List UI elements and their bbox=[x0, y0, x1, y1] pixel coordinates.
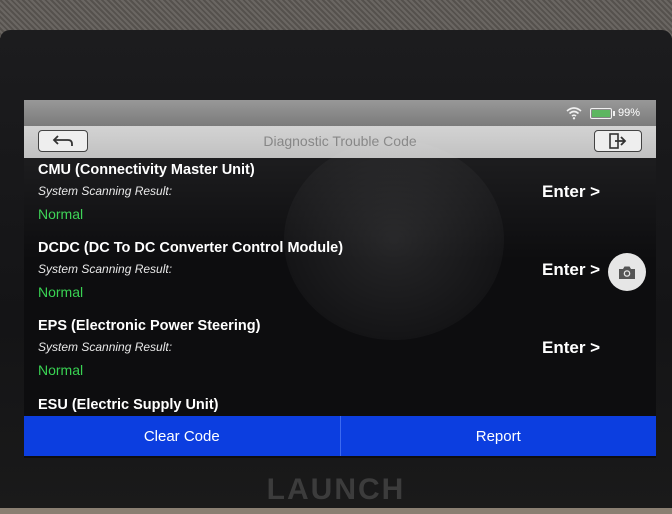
report-button[interactable]: Report bbox=[341, 416, 657, 456]
scan-status: Normal bbox=[38, 284, 84, 300]
scan-status: Normal bbox=[38, 362, 84, 378]
title-bar: Diagnostic Trouble Code bbox=[24, 126, 656, 158]
module-name: CMU (Connectivity Master Unit) bbox=[38, 162, 255, 178]
device-screen: 99% Diagnostic Trouble Code CMU (Connect… bbox=[24, 100, 656, 458]
scan-result-label: System Scanning Result: bbox=[38, 184, 173, 198]
action-bar: Clear Code Report bbox=[24, 416, 656, 456]
list-item[interactable]: EPS (Electronic Power Steering) System S… bbox=[24, 314, 656, 392]
list-item[interactable]: CMU (Connectivity Master Unit) System Sc… bbox=[24, 158, 656, 236]
scan-result-label: System Scanning Result: bbox=[38, 340, 173, 354]
wifi-icon bbox=[566, 107, 582, 120]
desk-surface-bottom bbox=[0, 508, 672, 514]
module-name: ESU (Electric Supply Unit) bbox=[38, 397, 219, 413]
page-title: Diagnostic Trouble Code bbox=[263, 133, 417, 149]
clear-code-button[interactable]: Clear Code bbox=[24, 416, 340, 456]
enter-button[interactable]: Enter > bbox=[542, 260, 600, 280]
module-name: EPS (Electronic Power Steering) bbox=[38, 318, 261, 334]
enter-button[interactable]: Enter > bbox=[542, 182, 600, 202]
status-bar: 99% bbox=[24, 100, 656, 126]
exit-button[interactable] bbox=[594, 130, 642, 152]
list-item[interactable]: ESU (Electric Supply Unit) bbox=[24, 393, 656, 416]
exit-icon bbox=[609, 133, 627, 149]
battery-percentage: 99% bbox=[618, 107, 641, 119]
brand-logo: LAUNCH bbox=[266, 473, 406, 506]
enter-button[interactable]: Enter > bbox=[542, 338, 600, 358]
battery-icon bbox=[590, 108, 615, 119]
battery-level-fill bbox=[592, 110, 610, 117]
scan-status: Normal bbox=[38, 206, 84, 222]
module-name: DCDC (DC To DC Converter Control Module) bbox=[38, 240, 344, 256]
module-list: CMU (Connectivity Master Unit) System Sc… bbox=[24, 158, 656, 416]
camera-icon bbox=[619, 266, 635, 279]
list-item[interactable]: DCDC (DC To DC Converter Control Module)… bbox=[24, 236, 656, 314]
scan-result-label: System Scanning Result: bbox=[38, 262, 173, 276]
screenshot-camera-button[interactable] bbox=[608, 253, 646, 291]
back-button[interactable] bbox=[38, 130, 88, 152]
back-arrow-icon bbox=[52, 135, 73, 146]
